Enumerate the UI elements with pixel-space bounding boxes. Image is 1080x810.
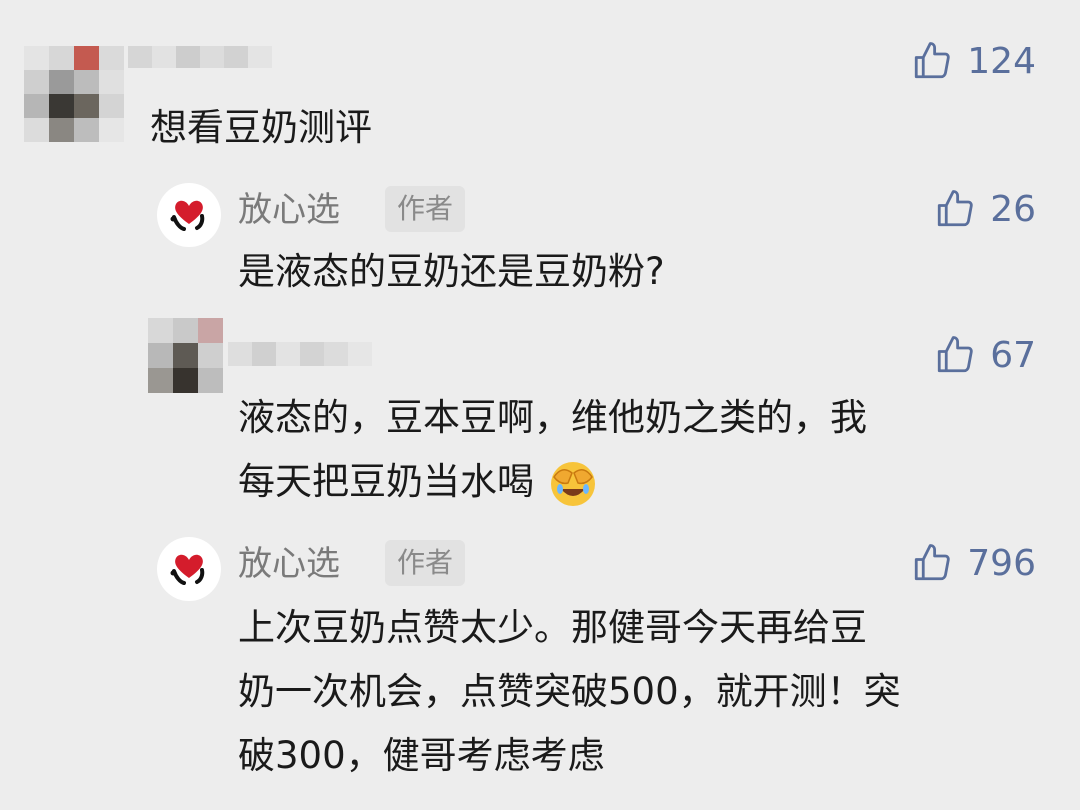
author-badge-2: 作者 bbox=[385, 186, 466, 232]
avatar-blurred-user1[interactable] bbox=[24, 46, 124, 142]
comment-text-3-line1: 液态的，豆本豆啊，维他奶之类的，我 bbox=[238, 396, 867, 439]
like-count-4: 796 bbox=[967, 542, 1036, 584]
like-count-3: 67 bbox=[990, 334, 1036, 376]
comment-text-4-line1: 上次豆奶点赞太少。那健哥今天再给豆 bbox=[238, 606, 867, 649]
facepalm-laugh-emoji bbox=[550, 461, 595, 506]
comment-text-4-line3: 破300，健哥考虑考虑 bbox=[238, 734, 605, 777]
like-button-1[interactable]: 124 bbox=[911, 40, 1036, 82]
like-button-2[interactable]: 26 bbox=[934, 188, 1036, 230]
thumbs-up-icon bbox=[938, 190, 973, 227]
thumbs-up-icon bbox=[938, 336, 973, 373]
comment-text-2: 是液态的豆奶还是豆奶粉? bbox=[238, 250, 665, 293]
avatar-blurred-user2[interactable] bbox=[148, 318, 223, 393]
comment-text-3-line2-text: 每天把豆奶当水喝 bbox=[238, 460, 534, 503]
author-name-2[interactable]: 放心选 bbox=[238, 188, 340, 232]
like-count-1: 124 bbox=[967, 40, 1036, 82]
comment-text-4: 上次豆奶点赞太少。那健哥今天再给豆 奶一次机会，点赞突破500，就开测！突 破3… bbox=[238, 596, 901, 788]
username-blurred-user2 bbox=[228, 342, 372, 366]
comment-text-3: 液态的，豆本豆啊，维他奶之类的，我 每天把豆奶当水喝 bbox=[238, 386, 867, 514]
author-name-4[interactable]: 放心选 bbox=[238, 542, 340, 586]
avatar-author-2[interactable] bbox=[157, 537, 221, 601]
comment-text-3-line2: 每天把豆奶当水喝 bbox=[238, 450, 867, 514]
username-blurred-user1 bbox=[128, 46, 272, 68]
comment-text-4-line2: 奶一次机会，点赞突破500，就开测！突 bbox=[238, 670, 901, 713]
thumbs-up-icon bbox=[915, 42, 951, 79]
author-badge-4: 作者 bbox=[385, 540, 466, 586]
avatar-author[interactable] bbox=[157, 183, 221, 247]
thumbs-up-icon bbox=[915, 544, 951, 581]
comment-text-1: 想看豆奶测评 bbox=[150, 106, 372, 149]
like-count-2: 26 bbox=[990, 188, 1036, 230]
brand-heart-logo bbox=[170, 200, 205, 231]
like-button-4[interactable]: 796 bbox=[911, 542, 1036, 584]
brand-heart-logo bbox=[170, 554, 205, 585]
like-button-3[interactable]: 67 bbox=[934, 334, 1036, 376]
